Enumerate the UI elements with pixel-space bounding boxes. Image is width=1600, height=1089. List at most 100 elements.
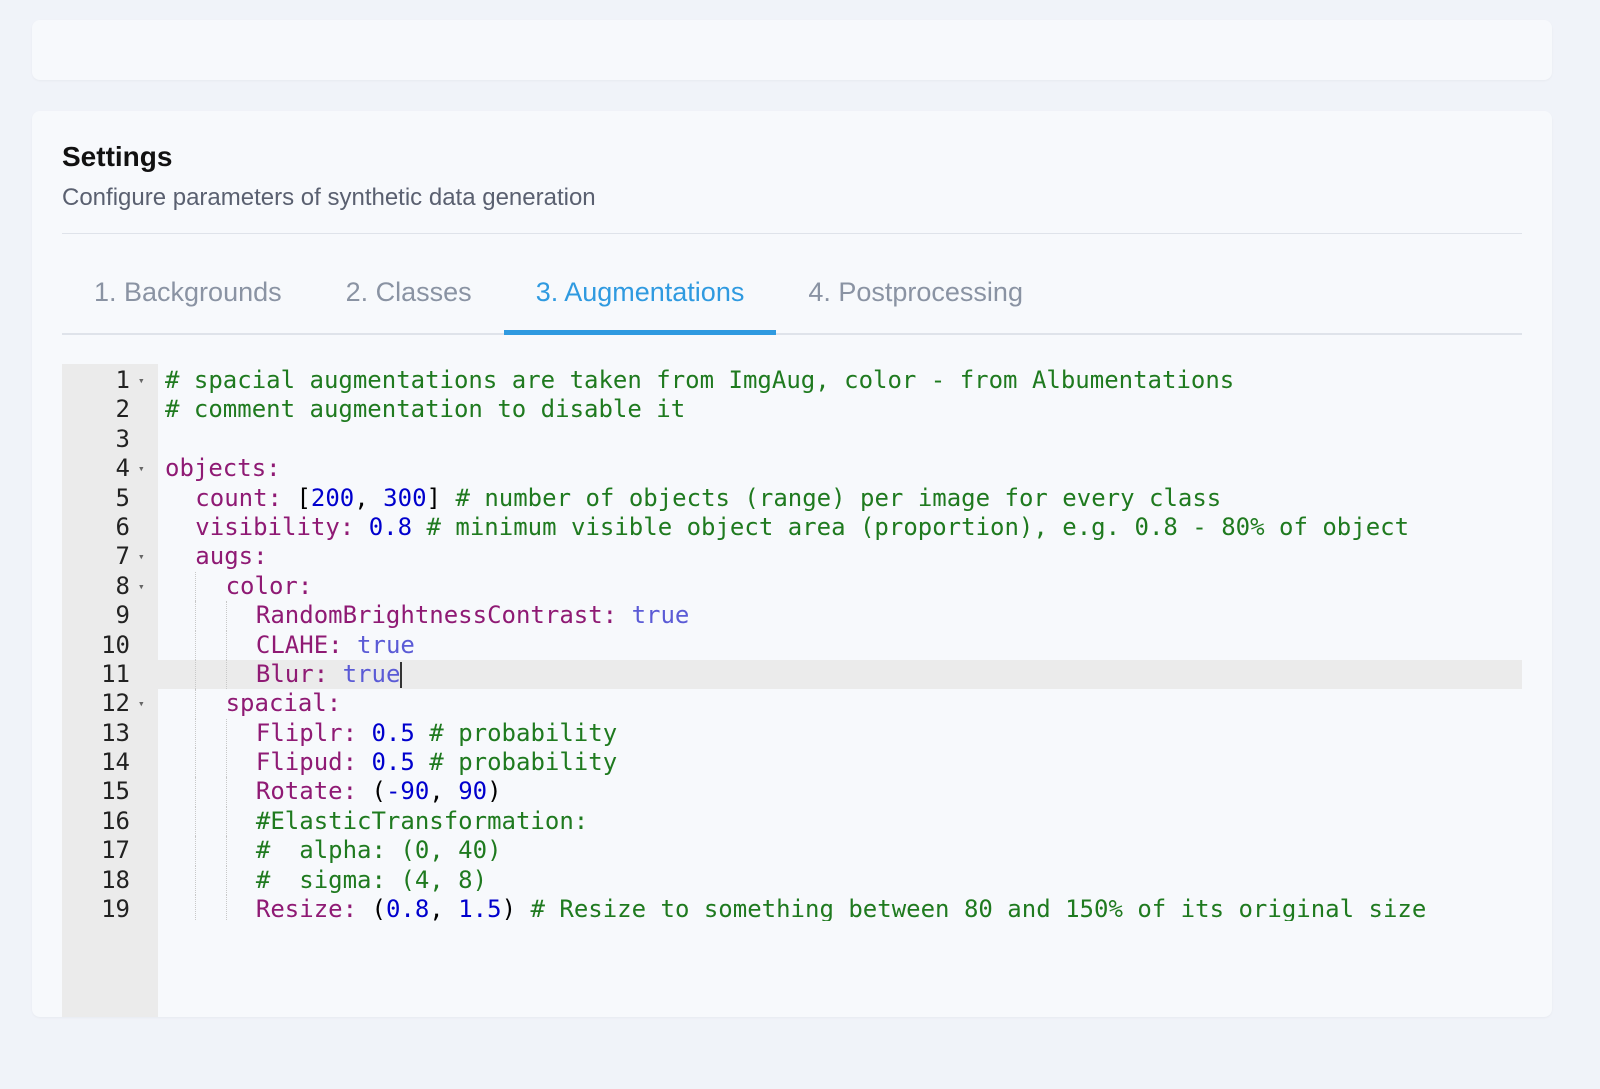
code-token: # minimum visible object area (proportio…	[426, 512, 1410, 541]
code-token: # Resize to something between 80 and 150…	[530, 895, 1427, 921]
code-line[interactable]: 16 #ElasticTransformation:	[62, 806, 1522, 837]
code-line[interactable]: 15 Rotate: (-90, 90)	[62, 777, 1522, 807]
text-cursor	[400, 661, 403, 688]
code-token: objects:	[165, 454, 281, 483]
code-text: Fliplr: 0.5 # probability	[256, 719, 617, 748]
indent-guide	[225, 748, 227, 778]
code-line[interactable]: 18 # sigma: (4, 8)	[62, 865, 1522, 896]
code-text: spacial:	[226, 689, 342, 718]
code-text: RandomBrightnessContrast: true	[256, 601, 689, 630]
code-token: true	[342, 659, 401, 688]
code-line[interactable]: 4 ▾ objects:	[62, 454, 1522, 483]
code-token: 0.5	[371, 748, 415, 777]
code-token: # spacial augmentations are taken from I…	[165, 366, 1235, 394]
code-token: Fliplr:	[255, 718, 372, 747]
tab-classes[interactable]: 2. Classes	[314, 261, 504, 333]
code-line[interactable]: 12 ▾ spacial:	[62, 689, 1522, 719]
code-text: Blur: true	[256, 660, 403, 689]
code-line[interactable]: 10 CLAHE: true	[62, 630, 1522, 660]
code-text: count: [200, 300] # number of objects (r…	[195, 484, 1221, 513]
line-number: 12	[101, 689, 130, 718]
code-token: (	[371, 895, 386, 921]
tab-augmentations[interactable]: 3. Augmentations	[503, 261, 777, 335]
editor-lines[interactable]: 1 ▾ # spacial augmentations are taken from…	[62, 366, 1522, 921]
code-token: (	[371, 777, 386, 806]
code-text: color:	[226, 572, 313, 601]
code-line[interactable]: 17 # alpha: (0, 40)	[62, 836, 1522, 866]
code-token: Flipud:	[255, 748, 372, 777]
code-token: # comment augmentation to disable it	[165, 395, 686, 424]
line-number: 5	[115, 483, 130, 512]
tab-backgrounds[interactable]: 1. Backgrounds	[62, 261, 314, 333]
indent-guide	[195, 777, 197, 807]
line-number: 3	[115, 424, 130, 453]
fold-arrow-icon[interactable]: ▾	[138, 572, 145, 601]
indent-guide	[195, 659, 197, 690]
code-text: # comment augmentation to disable it	[165, 395, 685, 424]
indent-guide	[225, 895, 227, 921]
code-text: # sigma: (4, 8)	[256, 866, 487, 895]
code-line[interactable]: 6 visibility: 0.8 # minimum visible objec…	[62, 513, 1522, 542]
line-number: 7	[115, 542, 130, 571]
line-number: 2	[115, 395, 130, 424]
indent-guide	[225, 777, 227, 807]
code-token: Rotate:	[255, 777, 372, 806]
code-token: 0.8	[385, 895, 430, 921]
line-number: 10	[101, 630, 130, 659]
code-line[interactable]: 7 ▾ augs:	[62, 542, 1522, 571]
code-token: RandomBrightnessContrast:	[255, 601, 632, 630]
code-text: CLAHE: true	[256, 631, 415, 660]
code-token: count:	[195, 483, 297, 512]
code-line[interactable]: 11 Blur: true	[62, 659, 1522, 690]
fold-arrow-icon[interactable]: ▾	[138, 366, 145, 395]
code-line[interactable]: 8 ▾ color:	[62, 571, 1522, 602]
indent-guide	[195, 748, 197, 778]
code-line[interactable]: 1 ▾ # spacial augmentations are taken from…	[62, 366, 1522, 395]
code-token: #ElasticTransformation:	[255, 806, 589, 835]
code-text: Flipud: 0.5 # probability	[256, 748, 617, 777]
code-token: )	[501, 895, 531, 921]
code-token: Blur:	[255, 659, 343, 688]
code-line[interactable]: 9 RandomBrightnessContrast: true	[62, 601, 1522, 631]
settings-subtitle: Configure parameters of synthetic data g…	[62, 184, 596, 211]
line-number: 1	[115, 366, 130, 394]
code-line[interactable]: 2 # comment augmentation to disable it	[62, 395, 1522, 424]
code-token: true	[631, 601, 690, 630]
indent-guide	[195, 630, 197, 660]
code-token: CLAHE:	[255, 630, 358, 659]
code-token: # sigma: (4, 8)	[255, 865, 488, 894]
code-line[interactable]: 3	[62, 425, 1522, 454]
indent-guide	[195, 571, 197, 602]
line-number: 15	[101, 777, 130, 806]
code-token: [	[296, 483, 311, 512]
code-token: ,	[429, 895, 459, 921]
code-line[interactable]: 19 Resize: (0.8, 1.5) # Resize to somethi…	[62, 895, 1522, 921]
line-number: 13	[101, 718, 130, 747]
code-token: 0.8	[368, 512, 413, 541]
settings-title: Settings	[62, 141, 173, 172]
tab-postprocessing[interactable]: 4. Postprocessing	[776, 261, 1055, 333]
fold-arrow-icon[interactable]: ▾	[138, 542, 145, 571]
fold-arrow-icon[interactable]: ▾	[138, 454, 145, 483]
previous-card	[32, 20, 1552, 80]
indent-guide	[225, 865, 227, 896]
line-number: 9	[115, 601, 130, 630]
code-line[interactable]: 13 Fliplr: 0.5 # probability	[62, 718, 1522, 749]
code-token: )	[487, 777, 502, 806]
yaml-code-editor[interactable]: 1 ▾ # spacial augmentations are taken from…	[62, 364, 1522, 1017]
code-token: color:	[225, 571, 313, 600]
indent-guide	[195, 718, 197, 749]
indent-guide	[195, 689, 197, 719]
code-token: # number of objects (range) per image fo…	[455, 483, 1222, 512]
code-line[interactable]: 5 count: [200, 300] # number of objects (…	[62, 484, 1522, 513]
code-token: 200	[310, 483, 355, 512]
settings-divider	[62, 233, 1522, 234]
code-line[interactable]: 14 Flipud: 0.5 # probability	[62, 748, 1522, 778]
fold-arrow-icon[interactable]: ▾	[138, 689, 145, 718]
code-text: Resize: (0.8, 1.5) # Resize to something…	[256, 895, 1426, 921]
settings-card: Settings Configure parameters of synthet…	[32, 111, 1552, 1017]
line-number: 11	[101, 659, 130, 688]
